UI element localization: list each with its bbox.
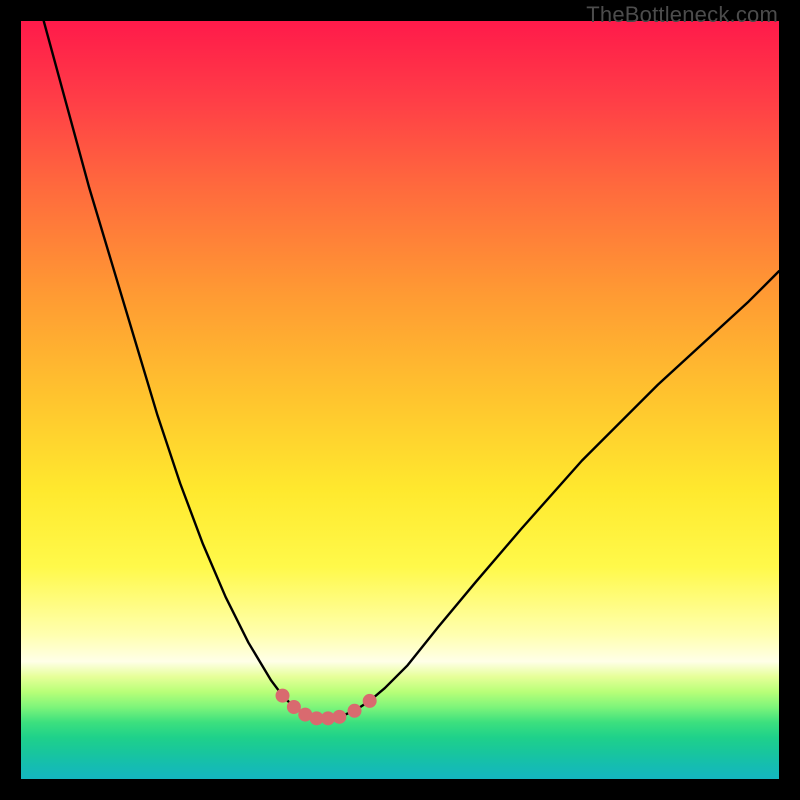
watermark-text: TheBottleneck.com bbox=[586, 2, 778, 28]
sweet-spot-marker bbox=[287, 700, 301, 714]
sweet-spot-marker bbox=[332, 710, 346, 724]
outer-frame: TheBottleneck.com bbox=[0, 0, 800, 800]
chart-svg bbox=[21, 21, 779, 779]
bottleneck-curve bbox=[44, 21, 779, 718]
sweet-spot-marker bbox=[363, 694, 377, 708]
sweet-spot-marker bbox=[276, 689, 290, 703]
plot-area bbox=[21, 21, 779, 779]
sweet-spot-marker bbox=[348, 704, 362, 718]
